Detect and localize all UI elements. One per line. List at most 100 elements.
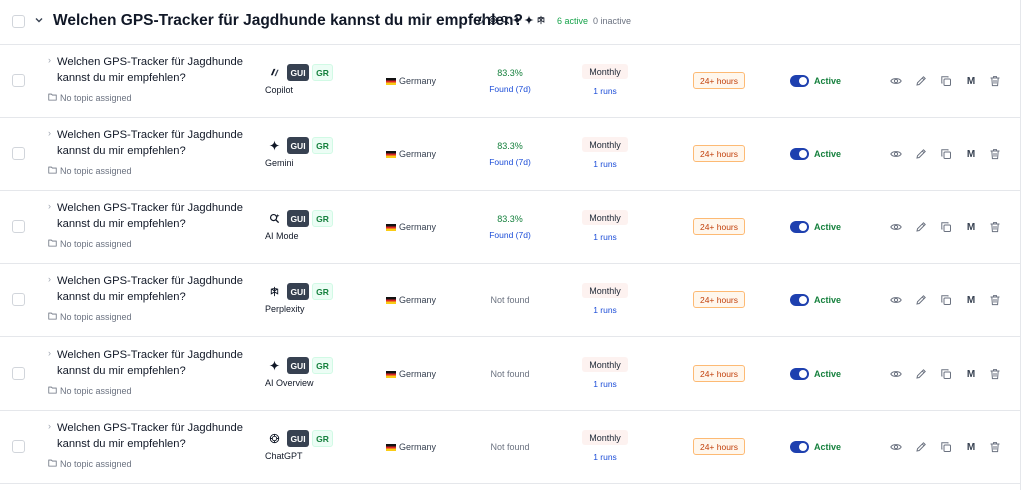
gemini-sparkle-icon (524, 12, 534, 30)
inactive-count: 0 inactive (593, 16, 632, 26)
edit-pencil-icon[interactable] (914, 440, 928, 454)
chatgpt-icon (488, 12, 498, 30)
topic-text: No topic assigned (60, 166, 132, 176)
topic-label: No topic assigned (48, 239, 132, 249)
expand-chevron-icon[interactable]: › (48, 128, 51, 138)
frequency-badge: Monthly (582, 283, 628, 298)
copy-icon[interactable] (939, 220, 953, 234)
engine-badges: GUI GR (264, 137, 333, 154)
m-button[interactable]: M (964, 74, 978, 88)
m-button[interactable]: M (964, 440, 978, 454)
trash-icon[interactable] (988, 147, 1002, 161)
row-checkbox[interactable] (12, 440, 25, 453)
toggle-knob (799, 77, 807, 85)
trash-icon[interactable] (988, 367, 1002, 381)
edit-pencil-icon[interactable] (914, 74, 928, 88)
latency-badge: 24+ hours (693, 218, 745, 235)
chevron-down-icon[interactable] (33, 14, 45, 26)
status-label: Active (814, 442, 842, 452)
table-row: › Welchen GPS-Tracker für Jagdhunde kann… (0, 118, 1020, 191)
m-button[interactable]: M (964, 147, 978, 161)
runs-link[interactable]: 1 runs (582, 232, 628, 242)
expand-chevron-icon[interactable]: › (48, 348, 51, 358)
prompt-text: Welchen GPS-Tracker für Jagdhunde kannst… (57, 129, 243, 157)
runs-link[interactable]: 1 runs (582, 305, 628, 315)
latency-badge: 24+ hours (693, 72, 745, 89)
country-name: Germany (399, 442, 437, 452)
copy-icon[interactable] (939, 74, 953, 88)
trash-icon[interactable] (988, 74, 1002, 88)
folder-icon (48, 166, 57, 176)
expand-chevron-icon[interactable]: › (48, 421, 51, 431)
frequency-badge: Monthly (582, 137, 628, 152)
chatgpt-icon (264, 430, 284, 447)
gr-badge: GR (312, 283, 333, 300)
folder-icon (48, 386, 57, 396)
view-eye-icon[interactable] (889, 147, 903, 161)
toggle-knob (799, 443, 807, 451)
country-cell: Germany (386, 222, 436, 232)
expand-chevron-icon[interactable]: › (48, 274, 51, 284)
edit-pencil-icon[interactable] (914, 367, 928, 381)
trash-icon[interactable] (988, 440, 1002, 454)
runs-link[interactable]: 1 runs (582, 86, 628, 96)
topic-label: No topic assigned (48, 166, 132, 176)
copilot-icon (264, 64, 284, 81)
copy-icon[interactable] (939, 440, 953, 454)
found-link[interactable]: Found (7d) (460, 230, 560, 240)
view-eye-icon[interactable] (889, 440, 903, 454)
germany-flag-icon (386, 150, 396, 158)
copilot-icon (476, 12, 486, 30)
row-checkbox[interactable] (12, 367, 25, 380)
copy-icon[interactable] (939, 293, 953, 307)
runs-link[interactable]: 1 runs (582, 379, 628, 389)
row-checkbox[interactable] (12, 220, 25, 233)
copy-icon[interactable] (939, 147, 953, 161)
trash-icon[interactable] (988, 220, 1002, 234)
edit-pencil-icon[interactable] (914, 293, 928, 307)
runs-link[interactable]: 1 runs (582, 452, 628, 462)
country-name: Germany (399, 295, 437, 305)
view-eye-icon[interactable] (889, 74, 903, 88)
found-link[interactable]: Found (7d) (460, 84, 560, 94)
active-toggle[interactable] (790, 294, 809, 306)
copy-icon[interactable] (939, 367, 953, 381)
m-button[interactable]: M (964, 293, 978, 307)
expand-chevron-icon[interactable]: › (48, 55, 51, 65)
prompt-text: Welchen GPS-Tracker für Jagdhunde kannst… (57, 56, 243, 84)
prompt-group-table: Welchen GPS-Tracker für Jagdhunde kannst… (0, 0, 1021, 490)
view-eye-icon[interactable] (889, 293, 903, 307)
folder-icon (48, 93, 57, 103)
topic-text: No topic assigned (60, 386, 132, 396)
folder-icon (48, 239, 57, 249)
row-checkbox[interactable] (12, 293, 25, 306)
toggle-knob (799, 370, 807, 378)
runs-link[interactable]: 1 runs (582, 159, 628, 169)
edit-pencil-icon[interactable] (914, 147, 928, 161)
topic-text: No topic assigned (60, 239, 132, 249)
trash-icon[interactable] (988, 293, 1002, 307)
table-row: › Welchen GPS-Tracker für Jagdhunde kann… (0, 411, 1020, 484)
country-cell: Germany (386, 442, 436, 452)
m-button[interactable]: M (964, 220, 978, 234)
topic-text: No topic assigned (60, 459, 132, 469)
active-toggle[interactable] (790, 148, 809, 160)
edit-pencil-icon[interactable] (914, 220, 928, 234)
status-label: Active (814, 369, 842, 379)
view-eye-icon[interactable] (889, 367, 903, 381)
active-toggle[interactable] (790, 441, 809, 453)
view-eye-icon[interactable] (889, 220, 903, 234)
topic-label: No topic assigned (48, 93, 132, 103)
expand-chevron-icon[interactable]: › (48, 201, 51, 211)
found-link[interactable]: Found (7d) (460, 157, 560, 167)
country-name: Germany (399, 369, 437, 379)
active-toggle[interactable] (790, 368, 809, 380)
row-checkbox[interactable] (12, 147, 25, 160)
frequency-badge: Monthly (582, 357, 628, 372)
active-toggle[interactable] (790, 75, 809, 87)
select-all-checkbox[interactable] (12, 15, 25, 28)
germany-flag-icon (386, 370, 396, 378)
row-checkbox[interactable] (12, 74, 25, 87)
m-button[interactable]: M (964, 367, 978, 381)
active-toggle[interactable] (790, 221, 809, 233)
